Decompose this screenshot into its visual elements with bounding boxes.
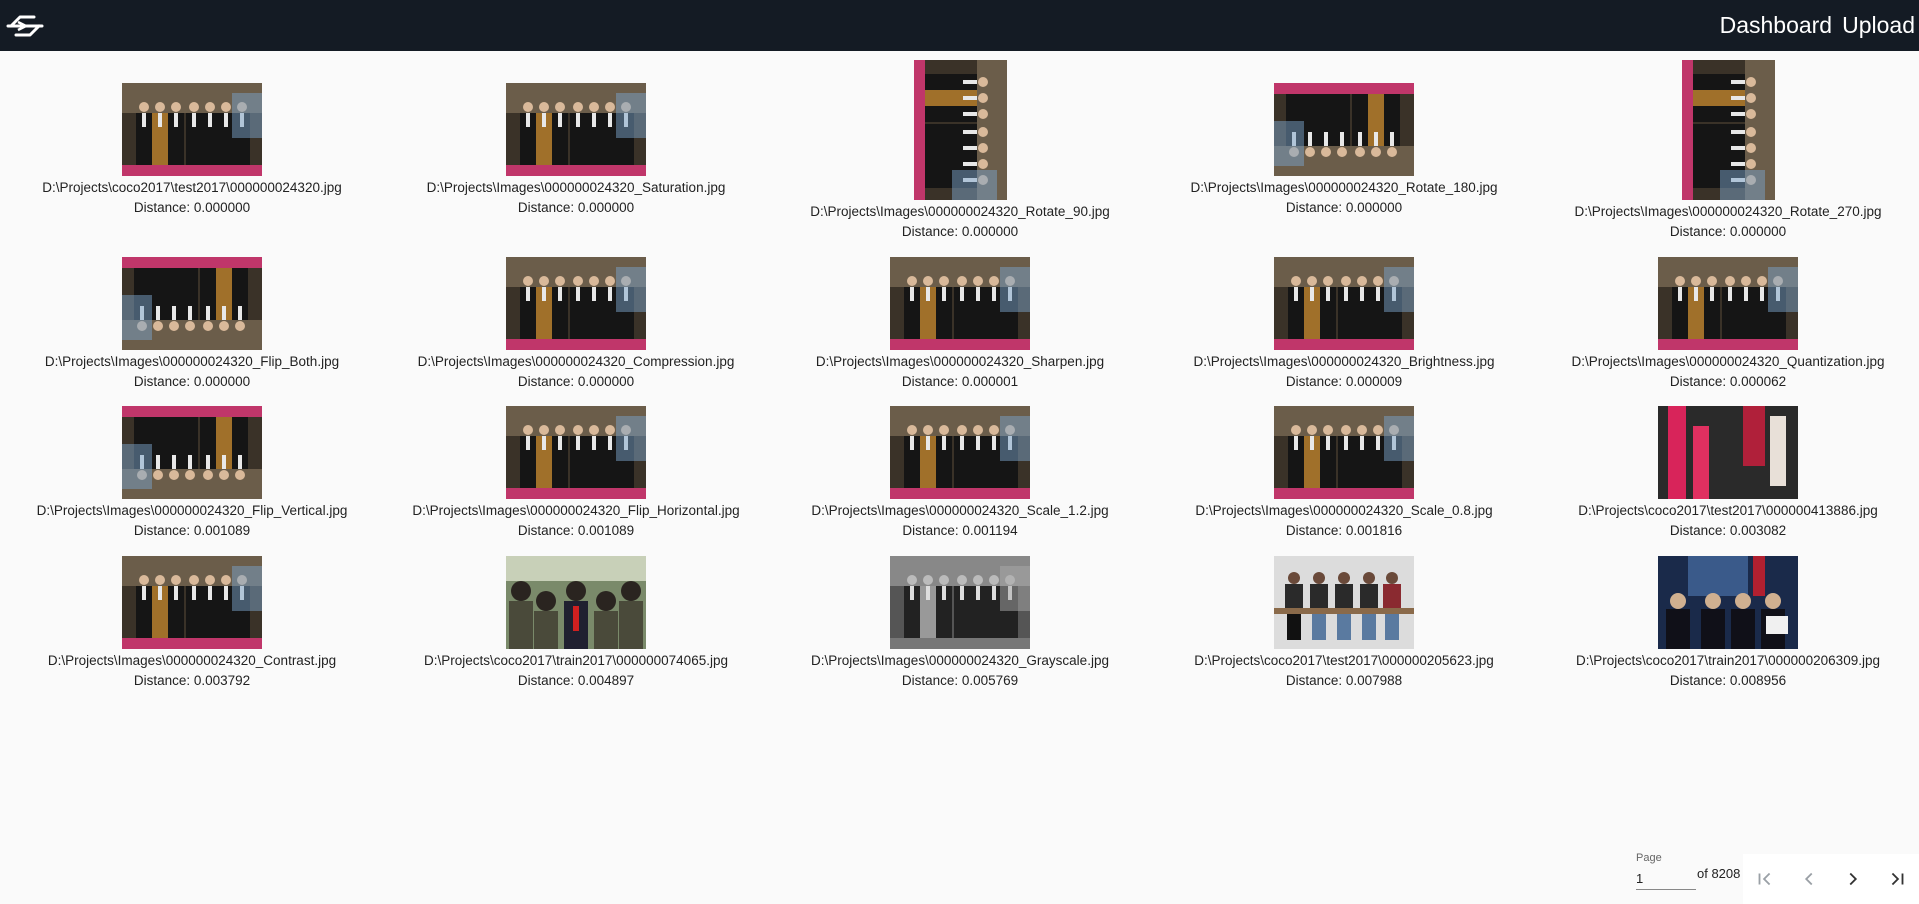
result-path: D:\Projects\Images\000000024320_Flip_Hor… — [412, 503, 740, 518]
result-path: D:\Projects\Images\000000024320_Brightne… — [1193, 354, 1495, 369]
result-distance: Distance: 0.008956 — [1669, 673, 1787, 688]
result-card: D:\Projects\coco2017\train2017\000000206… — [1536, 556, 1919, 691]
result-distance: Distance: 0.003792 — [133, 673, 251, 688]
result-thumbnail[interactable] — [1681, 60, 1775, 200]
result-thumbnail[interactable] — [122, 556, 262, 649]
result-path: D:\Projects\Images\000000024320_Scale_0.… — [1195, 503, 1493, 518]
result-card: D:\Projects\Images\000000024320_Scale_0.… — [1152, 406, 1536, 541]
last-page-icon — [1891, 872, 1904, 886]
result-path: D:\Projects\Images\000000024320_Rotate_1… — [1190, 180, 1498, 195]
result-card: D:\Projects\coco2017\test2017\0000000243… — [0, 83, 384, 218]
page-label: Page — [1636, 852, 1662, 864]
result-thumbnail[interactable] — [913, 60, 1007, 200]
result-card: D:\Projects\coco2017\train2017\000000074… — [384, 556, 768, 691]
result-path: D:\Projects\coco2017\test2017\0000000243… — [42, 180, 342, 195]
result-distance: Distance: 0.000009 — [1285, 374, 1403, 389]
result-thumbnail[interactable] — [1658, 406, 1798, 499]
result-distance: Distance: 0.001089 — [133, 523, 251, 538]
result-card: D:\Projects\Images\000000024320_Brightne… — [1152, 257, 1536, 392]
result-path: D:\Projects\coco2017\train2017\000000206… — [1576, 653, 1880, 668]
result-card: D:\Projects\Images\000000024320_Rotate_1… — [1152, 83, 1536, 218]
result-distance: Distance: 0.000000 — [133, 200, 251, 215]
result-card: D:\Projects\Images\000000024320_Quantiza… — [1536, 257, 1919, 392]
result-path: D:\Projects\Images\000000024320_Sharpen.… — [815, 354, 1105, 369]
result-thumbnail[interactable] — [1274, 556, 1414, 649]
result-path: D:\Projects\Images\000000024320_Saturati… — [426, 180, 726, 195]
page-total: of 8208 — [1697, 866, 1741, 881]
last-page-button[interactable] — [1883, 865, 1911, 893]
result-path: D:\Projects\coco2017\test2017\0000004138… — [1578, 503, 1878, 518]
result-thumbnail[interactable] — [890, 556, 1030, 649]
top-nav: Dashboard Upload — [1710, 12, 1915, 39]
result-thumbnail[interactable] — [122, 83, 262, 176]
nav-upload-link[interactable]: Upload — [1842, 12, 1915, 39]
result-card: D:\Projects\coco2017\test2017\0000002056… — [1152, 556, 1536, 691]
result-distance: Distance: 0.000062 — [1669, 374, 1787, 389]
result-thumbnail[interactable] — [122, 257, 262, 350]
result-path: D:\Projects\Images\000000024320_Flip_Ver… — [36, 503, 348, 518]
result-path: D:\Projects\Images\000000024320_Scale_1.… — [811, 503, 1109, 518]
result-card: D:\Projects\Images\000000024320_Rotate_9… — [768, 60, 1152, 242]
result-distance: Distance: 0.000000 — [1669, 224, 1787, 239]
result-card: D:\Projects\coco2017\test2017\0000004138… — [1536, 406, 1919, 541]
top-bar: Dashboard Upload — [0, 0, 1919, 51]
page-number-field: Page — [1636, 848, 1696, 904]
result-card: D:\Projects\Images\000000024320_Scale_1.… — [768, 406, 1152, 541]
result-distance: Distance: 0.000000 — [1285, 200, 1403, 215]
result-path: D:\Projects\coco2017\test2017\0000002056… — [1194, 653, 1494, 668]
result-thumbnail[interactable] — [122, 406, 262, 499]
result-path: D:\Projects\Images\000000024320_Compress… — [417, 354, 735, 369]
first-page-icon — [1758, 872, 1771, 886]
result-thumbnail[interactable] — [890, 257, 1030, 350]
result-distance: Distance: 0.005769 — [901, 673, 1019, 688]
result-thumbnail[interactable] — [1274, 406, 1414, 499]
result-path: D:\Projects\coco2017\train2017\000000074… — [424, 653, 728, 668]
result-thumbnail[interactable] — [1274, 83, 1414, 176]
result-card: D:\Projects\Images\000000024320_Flip_Hor… — [384, 406, 768, 541]
result-path: D:\Projects\Images\000000024320_Rotate_2… — [1574, 204, 1882, 219]
previous-page-icon — [1804, 872, 1813, 886]
result-thumbnail[interactable] — [1274, 257, 1414, 350]
result-thumbnail[interactable] — [506, 556, 646, 649]
result-thumbnail[interactable] — [890, 406, 1030, 499]
result-thumbnail[interactable] — [506, 406, 646, 499]
result-card: D:\Projects\Images\000000024320_Flip_Bot… — [0, 257, 384, 392]
result-distance: Distance: 0.007988 — [1285, 673, 1403, 688]
result-path: D:\Projects\Images\000000024320_Grayscal… — [811, 653, 1109, 668]
result-card: D:\Projects\Images\000000024320_Sharpen.… — [768, 257, 1152, 392]
result-distance: Distance: 0.001194 — [902, 523, 1018, 538]
result-distance: Distance: 0.000000 — [901, 224, 1019, 239]
result-card: D:\Projects\Images\000000024320_Saturati… — [384, 83, 768, 218]
result-path: D:\Projects\Images\000000024320_Rotate_9… — [810, 204, 1110, 219]
result-distance: Distance: 0.000000 — [517, 200, 635, 215]
result-card: D:\Projects\Images\000000024320_Flip_Ver… — [0, 406, 384, 541]
result-thumbnail[interactable] — [506, 257, 646, 350]
first-page-button[interactable] — [1751, 865, 1779, 893]
result-path: D:\Projects\Images\000000024320_Quantiza… — [1571, 354, 1885, 369]
result-thumbnail[interactable] — [1658, 556, 1798, 649]
result-card: D:\Projects\Images\000000024320_Rotate_2… — [1536, 60, 1919, 242]
result-path: D:\Projects\Images\000000024320_Flip_Bot… — [44, 354, 340, 369]
result-thumbnail[interactable] — [506, 83, 646, 176]
result-card: D:\Projects\Images\000000024320_Compress… — [384, 257, 768, 392]
page-number-input[interactable] — [1636, 868, 1696, 890]
result-distance: Distance: 0.000000 — [517, 374, 635, 389]
result-path: D:\Projects\Images\000000024320_Contrast… — [47, 653, 337, 668]
result-card: D:\Projects\Images\000000024320_Grayscal… — [768, 556, 1152, 691]
result-distance: Distance: 0.000000 — [133, 374, 251, 389]
result-distance: Distance: 0.001816 — [1285, 523, 1403, 538]
result-card: D:\Projects\Images\000000024320_Contrast… — [0, 556, 384, 691]
logo-icon[interactable] — [4, 10, 46, 42]
pagination-buttons — [1743, 854, 1919, 904]
next-page-icon — [1849, 872, 1858, 886]
next-page-button[interactable] — [1839, 865, 1867, 893]
previous-page-button[interactable] — [1795, 865, 1823, 893]
nav-dashboard-link[interactable]: Dashboard — [1720, 12, 1833, 39]
result-distance: Distance: 0.003082 — [1669, 523, 1787, 538]
result-thumbnail[interactable] — [1658, 257, 1798, 350]
result-distance: Distance: 0.001089 — [517, 523, 635, 538]
result-distance: Distance: 0.000001 — [901, 374, 1019, 389]
result-distance: Distance: 0.004897 — [517, 673, 635, 688]
